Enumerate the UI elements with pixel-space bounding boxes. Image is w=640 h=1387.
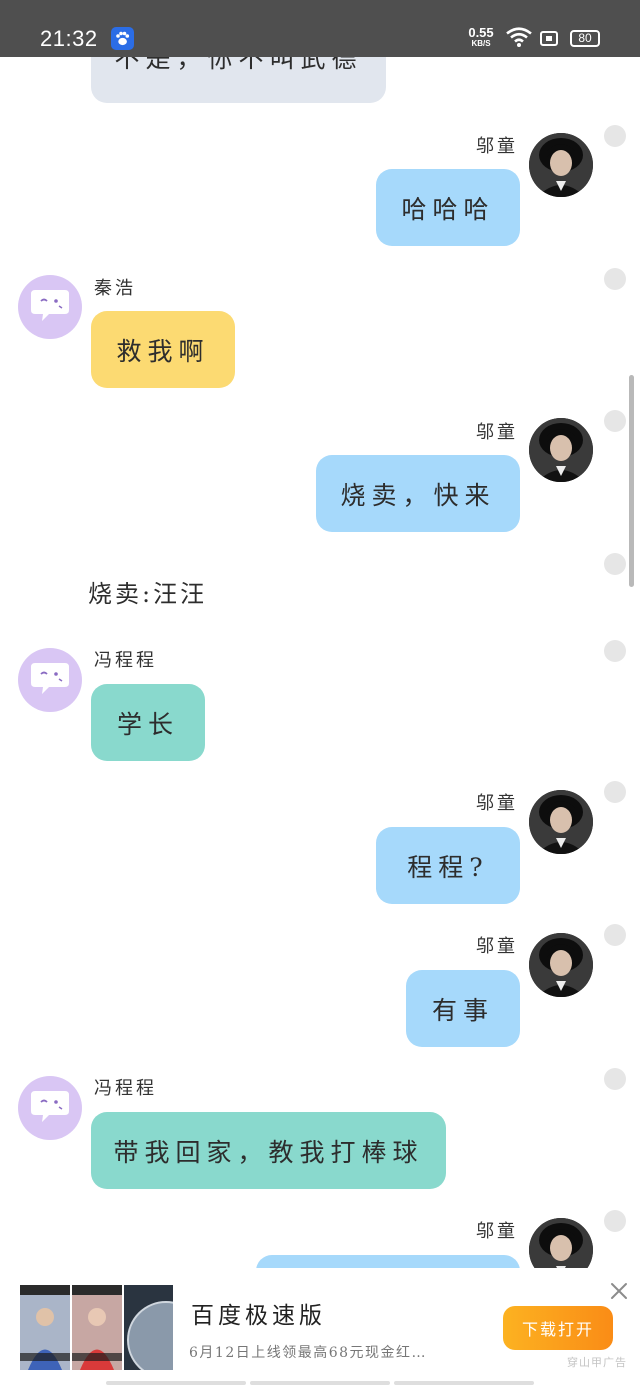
message-bubble[interactable]: 程程?	[376, 827, 520, 904]
sender-name: 冯程程	[94, 1078, 157, 1099]
select-radio[interactable]	[604, 553, 626, 575]
avatar[interactable]	[529, 933, 593, 997]
narration-text: 烧卖:汪汪	[88, 580, 208, 608]
select-radio[interactable]	[604, 640, 626, 662]
close-icon[interactable]	[609, 1281, 629, 1301]
battery-icon: 80	[570, 30, 600, 47]
message-text: 救我啊	[116, 336, 210, 366]
message-text: 带我回家，教我打棒球	[113, 1137, 424, 1167]
message-text: 烧卖，快来	[340, 480, 496, 510]
message-text: 程程?	[407, 852, 489, 882]
sender-name: 邬童	[476, 936, 518, 957]
chat-thread[interactable]: 不是，你不叫武德 邬童 哈哈哈 秦浩 救我啊 邬童 烧卖，快来 烧卖:汪汪 冯程…	[0, 57, 640, 1268]
chat-bubble-icon	[29, 659, 71, 701]
message-bubble[interactable]: 带我回家，教我打棒球	[91, 1112, 446, 1189]
select-radio[interactable]	[604, 1068, 626, 1090]
chat-bubble-icon	[29, 286, 71, 328]
download-open-button[interactable]: 下载打开	[503, 1306, 613, 1350]
ad-thumbnail[interactable]	[20, 1285, 173, 1370]
message-bubble[interactable]: 不是，你不叫武德	[91, 57, 386, 103]
sim-card-icon	[540, 31, 558, 46]
sender-name: 邬童	[476, 422, 518, 443]
message-bubble[interactable]: 学长	[91, 684, 205, 761]
network-speed: 0.55 KB/S	[466, 26, 496, 48]
sender-name: 冯程程	[94, 650, 157, 671]
avatar[interactable]	[529, 133, 593, 197]
message-bubble[interactable]: 烧卖，快来	[316, 455, 520, 532]
message-bubble[interactable]: 有事	[406, 970, 520, 1047]
select-radio[interactable]	[604, 268, 626, 290]
sender-name: 邬童	[476, 1221, 518, 1242]
avatar[interactable]	[529, 790, 593, 854]
message-bubble[interactable]: 哈哈哈	[376, 169, 520, 246]
ad-title: 百度极速版	[191, 1303, 326, 1329]
message-bubble[interactable]: 救我啊	[91, 311, 235, 388]
wifi-icon	[506, 27, 532, 51]
ad-carousel-indicator	[106, 1381, 534, 1385]
select-radio[interactable]	[604, 1210, 626, 1232]
ad-source-label: 穿山甲广告	[567, 1356, 627, 1369]
sender-name: 邬童	[476, 136, 518, 157]
status-time: 21:32	[40, 26, 98, 51]
avatar[interactable]	[529, 1218, 593, 1268]
sender-name: 邬童	[476, 793, 518, 814]
baidu-paw-icon	[111, 27, 134, 50]
scrollbar[interactable]	[629, 375, 634, 587]
avatar[interactable]	[18, 275, 82, 339]
ad-description: 6月12日上线领最高68元现金红…	[189, 1345, 428, 1361]
network-speed-unit: KB/S	[471, 39, 491, 48]
message-bubble[interactable]	[256, 1255, 520, 1268]
message-text: 哈哈哈	[401, 194, 495, 224]
status-bar: 21:32 0.55 KB/S 80	[0, 0, 640, 57]
select-radio[interactable]	[604, 781, 626, 803]
sender-name: 秦浩	[94, 278, 136, 299]
message-text: 学长	[116, 709, 179, 739]
avatar[interactable]	[529, 418, 593, 482]
avatar[interactable]	[18, 1076, 82, 1140]
chat-bubble-icon	[29, 1087, 71, 1129]
select-radio[interactable]	[604, 125, 626, 147]
network-speed-value: 0.55	[468, 25, 494, 40]
select-radio[interactable]	[604, 924, 626, 946]
select-radio[interactable]	[604, 410, 626, 432]
message-text: 有事	[431, 995, 494, 1025]
message-text: 不是，你不叫武德	[114, 57, 363, 73]
avatar[interactable]	[18, 648, 82, 712]
ad-banner[interactable]: 百度极速版 6月12日上线领最高68元现金红… 下载打开 穿山甲广告	[0, 1268, 640, 1387]
